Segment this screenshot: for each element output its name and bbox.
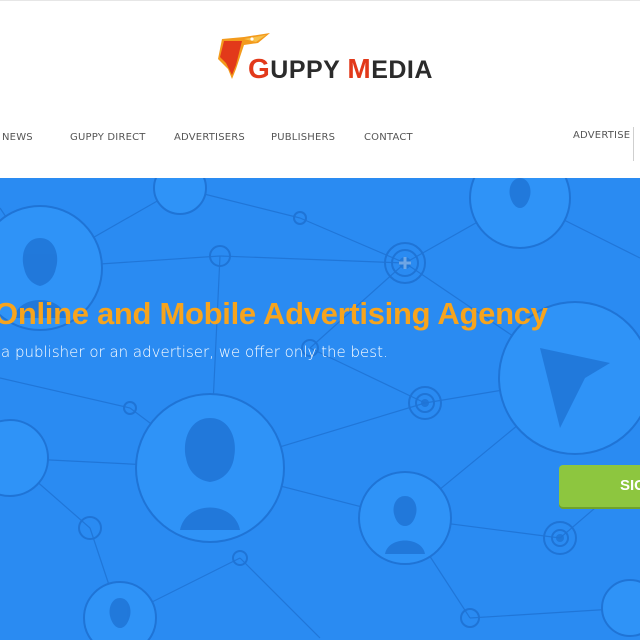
nav-item-advertise[interactable]: ADVERTISE	[573, 130, 630, 141]
sign-up-button[interactable]: SIG	[559, 465, 640, 507]
logo-word-edia: EDIA	[371, 56, 433, 84]
nav-item-publishers[interactable]: PUBLISHERS	[271, 132, 335, 143]
nav-item-advertisers[interactable]: ADVERTISERS	[174, 132, 245, 143]
sign-up-button-label: SIG	[620, 477, 640, 494]
page: GUPPY MEDIA NEWS GUPPY DIRECT ADVERTISER…	[0, 0, 640, 640]
logo-letter-g: G	[248, 53, 271, 84]
nav-divider	[633, 127, 634, 161]
hero-title: Online and Mobile Advertising Agency	[0, 296, 548, 331]
nav-item-news[interactable]: NEWS	[2, 132, 33, 143]
hero-banner: Online and Mobile Advertising Agency a p…	[0, 178, 640, 640]
logo-word-uppy: UPPY	[270, 56, 348, 84]
hero-subtitle: a publisher or an advertiser, we offer o…	[1, 343, 388, 361]
site-header: GUPPY MEDIA NEWS GUPPY DIRECT ADVERTISER…	[0, 0, 640, 179]
guppy-media-logo[interactable]: GUPPY MEDIA	[214, 29, 432, 89]
network-background	[0, 178, 640, 640]
nav-item-guppy-direct[interactable]: GUPPY DIRECT	[70, 132, 146, 143]
logo-letter-m: M	[347, 53, 372, 84]
logo-wordmark: GUPPY MEDIA	[248, 53, 433, 85]
nav-item-contact[interactable]: CONTACT	[364, 132, 413, 143]
